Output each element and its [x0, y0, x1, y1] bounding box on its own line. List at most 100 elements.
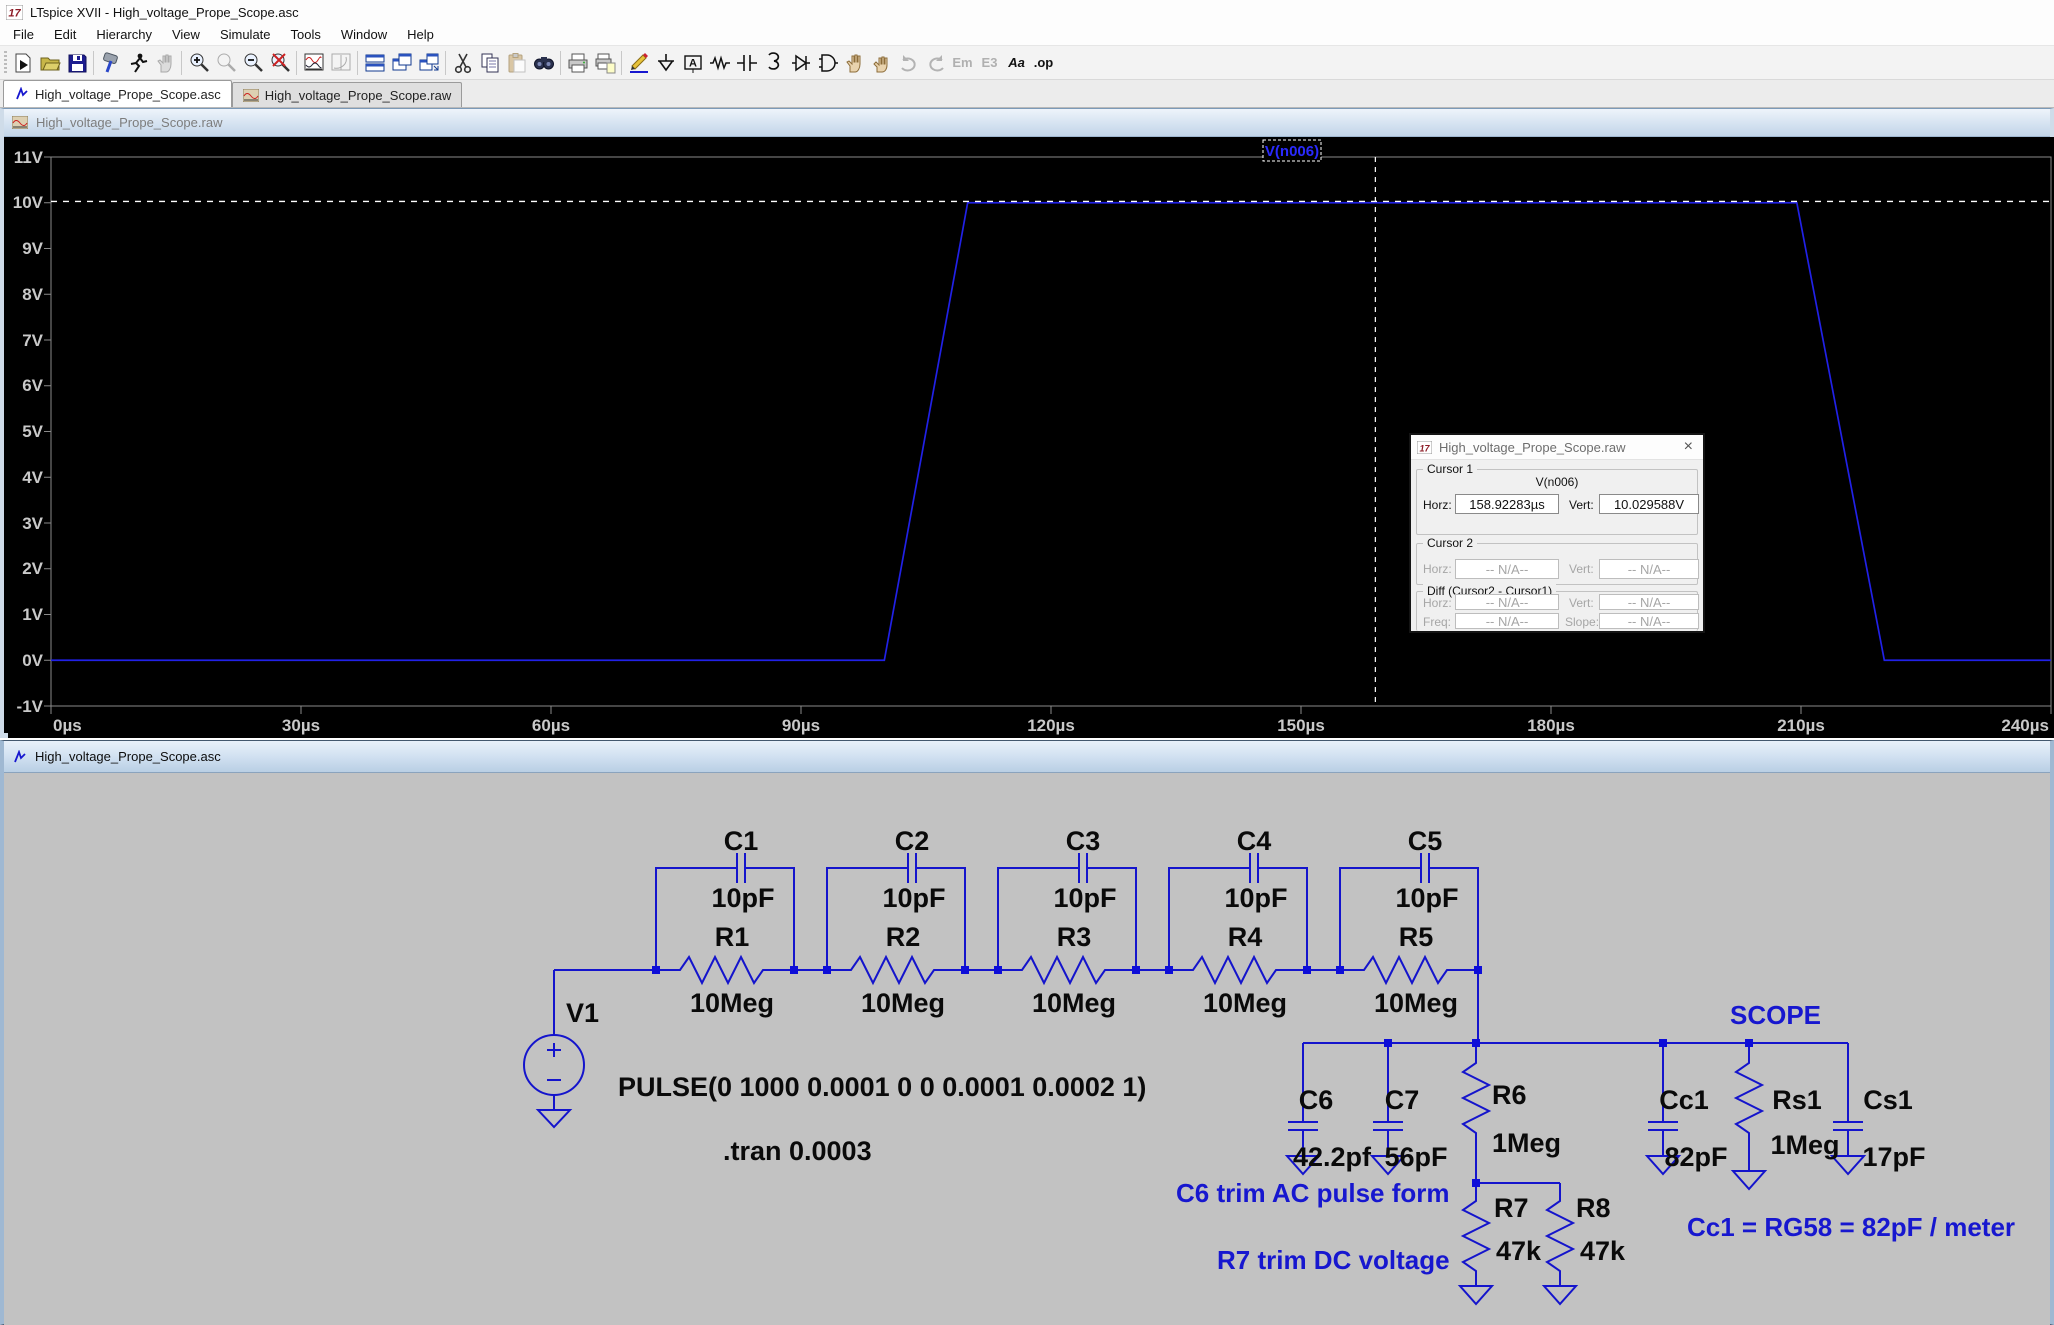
zoom-extents-button[interactable] — [266, 50, 293, 76]
menu-tools[interactable]: Tools — [282, 25, 330, 44]
halt-button[interactable] — [124, 50, 151, 76]
trace-vn006[interactable] — [51, 203, 2051, 661]
copy-button[interactable] — [476, 50, 503, 76]
control-panel-button[interactable] — [97, 50, 124, 76]
move-button[interactable] — [841, 50, 868, 76]
save-button[interactable] — [63, 50, 90, 76]
component-name-c7[interactable]: C7 — [1385, 1085, 1420, 1115]
trace-label-box[interactable]: V(n006) — [1263, 140, 1321, 161]
component-value-r2[interactable]: 10Meg — [861, 988, 945, 1018]
menu-hierarchy[interactable]: Hierarchy — [87, 25, 161, 44]
print-preview-button[interactable] — [591, 50, 618, 76]
trace-label[interactable]: V(n006) — [1265, 143, 1319, 160]
menu-window[interactable]: Window — [332, 25, 396, 44]
component-name-v1[interactable]: V1 — [566, 998, 599, 1028]
text-button[interactable]: Aa — [1003, 50, 1030, 76]
mirror-button[interactable]: Em — [949, 50, 976, 76]
component-value-r1[interactable]: 10Meg — [690, 988, 774, 1018]
tran-directive[interactable]: .tran 0.0003 — [723, 1136, 872, 1166]
component-name-r6[interactable]: R6 — [1492, 1080, 1527, 1110]
component-name-c1[interactable]: C1 — [724, 826, 759, 856]
component-name-r3[interactable]: R3 — [1057, 922, 1092, 952]
component-name-r8[interactable]: R8 — [1576, 1193, 1611, 1223]
component-name-c2[interactable]: C2 — [895, 826, 930, 856]
tab-schematic[interactable]: High_voltage_Prope_Scope.asc — [3, 80, 232, 107]
cut-button[interactable] — [449, 50, 476, 76]
component-name-r2[interactable]: R2 — [886, 922, 921, 952]
wire-button[interactable] — [625, 50, 652, 76]
component-name-r5[interactable]: R5 — [1399, 922, 1434, 952]
component-value-r4[interactable]: 10Meg — [1203, 988, 1287, 1018]
cursor-dialog-titlebar[interactable]: 17 High_voltage_Prope_Scope.raw × — [1411, 435, 1703, 460]
r7-annotation[interactable]: R7 trim DC voltage — [1217, 1245, 1450, 1275]
component-value-r8[interactable]: 47k — [1580, 1236, 1626, 1266]
component-value-rs1[interactable]: 1Meg — [1770, 1130, 1839, 1160]
component-value-c1[interactable]: 10pF — [711, 883, 774, 913]
component-name-c4[interactable]: C4 — [1237, 826, 1272, 856]
undo-button[interactable] — [895, 50, 922, 76]
component-value-r3[interactable]: 10Meg — [1032, 988, 1116, 1018]
pan-button[interactable] — [151, 50, 178, 76]
paste-button[interactable] — [503, 50, 530, 76]
component-name-cc1[interactable]: Cc1 — [1659, 1085, 1709, 1115]
tile-horizontal-button[interactable] — [388, 50, 415, 76]
plot-pane-button[interactable] — [300, 50, 327, 76]
component-name-r4[interactable]: R4 — [1228, 922, 1263, 952]
scope-annotation[interactable]: SCOPE — [1730, 1000, 1821, 1030]
ground-button[interactable] — [652, 50, 679, 76]
inductor-button[interactable] — [760, 50, 787, 76]
component-name-cs1[interactable]: Cs1 — [1863, 1085, 1913, 1115]
component-name-c3[interactable]: C3 — [1066, 826, 1101, 856]
component-name-r1[interactable]: R1 — [715, 922, 750, 952]
component-value-c5[interactable]: 10pF — [1395, 883, 1458, 913]
component-value-r5[interactable]: 10Meg — [1374, 988, 1458, 1018]
zoom-window-button[interactable] — [212, 50, 239, 76]
cursor1-vert-field[interactable]: 10.029588V — [1599, 494, 1699, 514]
run-button[interactable] — [9, 50, 36, 76]
waveform-plot-canvas[interactable]: 11V 10V 9V 8V 7V 6V 5V 4V 3V 2V 1V 0V -1… — [8, 137, 2054, 738]
component-name-c5[interactable]: C5 — [1408, 826, 1443, 856]
component-value-c6[interactable]: 42.2pf — [1293, 1142, 1372, 1172]
close-icon[interactable]: × — [1680, 438, 1697, 456]
menu-file[interactable]: File — [4, 25, 43, 44]
component-value-c2[interactable]: 10pF — [882, 883, 945, 913]
menu-edit[interactable]: Edit — [45, 25, 85, 44]
label-button[interactable]: A — [679, 50, 706, 76]
component-value-cc1[interactable]: 82pF — [1664, 1142, 1727, 1172]
component-name-rs1[interactable]: Rs1 — [1772, 1085, 1822, 1115]
print-button[interactable] — [564, 50, 591, 76]
plot-settings-button[interactable] — [327, 50, 354, 76]
component-name-c6[interactable]: C6 — [1299, 1085, 1334, 1115]
drag-button[interactable] — [868, 50, 895, 76]
diode-button[interactable] — [787, 50, 814, 76]
open-button[interactable] — [36, 50, 63, 76]
c6-annotation[interactable]: C6 trim AC pulse form — [1176, 1178, 1450, 1208]
component-button[interactable] — [814, 50, 841, 76]
component-value-c7[interactable]: 56pF — [1384, 1142, 1447, 1172]
zoom-in-button[interactable] — [185, 50, 212, 76]
component-value-r6[interactable]: 1Meg — [1492, 1128, 1561, 1158]
schematic-canvas[interactable]: C1 10pF R1 10Meg C2 10pF R2 10Meg C3 10p… — [4, 774, 2050, 1325]
capacitor-button[interactable] — [733, 50, 760, 76]
v1-pulse-directive[interactable]: PULSE(0 1000 0.0001 0 0 0.0001 0.0002 1) — [618, 1072, 1146, 1102]
tile-vertical-button[interactable] — [361, 50, 388, 76]
menu-view[interactable]: View — [163, 25, 209, 44]
resistor-button[interactable] — [706, 50, 733, 76]
find-button[interactable] — [530, 50, 557, 76]
menu-simulate[interactable]: Simulate — [211, 25, 280, 44]
menu-help[interactable]: Help — [398, 25, 443, 44]
rotate-button[interactable]: E3 — [976, 50, 1003, 76]
cursor1-horz-field[interactable]: 158.92283µs — [1455, 494, 1559, 514]
cc1-annotation[interactable]: Cc1 = RG58 = 82pF / meter — [1687, 1212, 2015, 1242]
zoom-out-button[interactable] — [239, 50, 266, 76]
component-value-c3[interactable]: 10pF — [1053, 883, 1116, 913]
cascade-button[interactable] — [415, 50, 442, 76]
component-value-cs1[interactable]: 17pF — [1862, 1142, 1925, 1172]
redo-button[interactable] — [922, 50, 949, 76]
tab-waveform[interactable]: High_voltage_Prope_Scope.raw — [232, 82, 462, 107]
component-value-c4[interactable]: 10pF — [1224, 883, 1287, 913]
spice-directive-button[interactable]: .op — [1030, 50, 1057, 76]
cursor-dialog[interactable]: 17 High_voltage_Prope_Scope.raw × Cursor… — [1409, 433, 1705, 633]
component-name-r7[interactable]: R7 — [1494, 1193, 1529, 1223]
component-value-r7[interactable]: 47k — [1496, 1236, 1542, 1266]
